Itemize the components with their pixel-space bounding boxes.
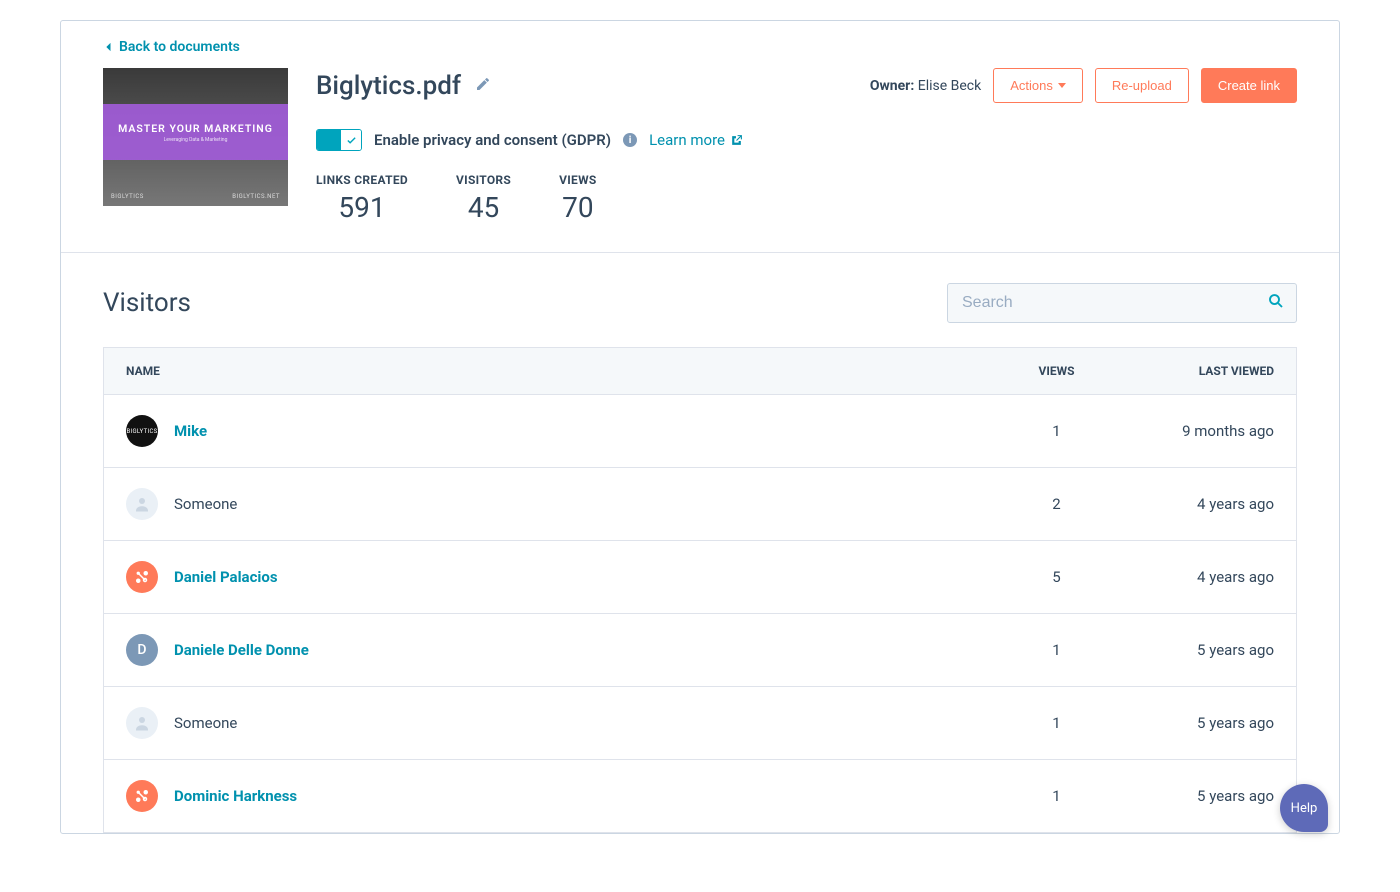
visitor-views: 2 [997, 468, 1117, 541]
document-thumbnail[interactable]: MASTER YOUR MARKETING Leveraging Data & … [103, 68, 288, 206]
table-row[interactable]: Daniel Palacios 54 years ago [104, 541, 1297, 614]
thumbnail-band: MASTER YOUR MARKETING Leveraging Data & … [103, 104, 288, 160]
avatar [126, 780, 158, 812]
table-row[interactable]: D Daniele Delle Donne 15 years ago [104, 614, 1297, 687]
col-name[interactable]: NAME [104, 348, 997, 395]
col-views[interactable]: VIEWS [997, 348, 1117, 395]
avatar [126, 707, 158, 739]
visitor-views: 1 [997, 760, 1117, 833]
table-row[interactable]: BIGLYTICS Mike 19 months ago [104, 395, 1297, 468]
reupload-button[interactable]: Re-upload [1095, 68, 1189, 103]
check-icon [346, 135, 357, 146]
sprocket-icon [133, 568, 151, 586]
avatar: D [126, 634, 158, 666]
info-icon[interactable]: i [623, 133, 637, 147]
actions-button[interactable]: Actions [993, 68, 1083, 103]
owner-name: Elise Beck [918, 78, 981, 94]
visitor-name: Someone [174, 495, 237, 513]
avatar [126, 561, 158, 593]
search-icon[interactable] [1267, 292, 1285, 314]
stat-visitors: VISITORS 45 [456, 173, 511, 224]
thumbnail-title: MASTER YOUR MARKETING [118, 122, 273, 135]
back-to-documents-link[interactable]: Back to documents [61, 21, 240, 55]
edit-title-icon[interactable] [475, 76, 491, 96]
table-row[interactable]: Dominic Harkness 15 years ago [104, 760, 1297, 833]
caret-down-icon [1058, 83, 1066, 88]
learn-more-link[interactable]: Learn more [649, 131, 743, 149]
visitor-last-viewed: 4 years ago [1117, 541, 1297, 614]
back-link-label: Back to documents [119, 39, 240, 55]
help-button[interactable]: Help [1280, 784, 1328, 832]
search-input[interactable] [947, 283, 1297, 323]
gdpr-label: Enable privacy and consent (GDPR) [374, 131, 611, 149]
visitor-views: 5 [997, 541, 1117, 614]
stat-views: VIEWS 70 [559, 173, 597, 224]
avatar: BIGLYTICS [126, 415, 158, 447]
stat-links-created: LINKS CREATED 591 [316, 173, 408, 224]
stats-row: LINKS CREATED 591 VISITORS 45 VIEWS 70 [316, 173, 1297, 224]
visitor-views: 1 [997, 687, 1117, 760]
external-link-icon [730, 134, 743, 147]
visitor-last-viewed: 9 months ago [1117, 395, 1297, 468]
document-title: Biglytics.pdf [316, 71, 461, 101]
visitor-name-link[interactable]: Daniel Palacios [174, 568, 278, 586]
visitor-views: 1 [997, 395, 1117, 468]
document-header: MASTER YOUR MARKETING Leveraging Data & … [61, 56, 1339, 253]
visitor-name-link[interactable]: Mike [174, 422, 207, 440]
visitors-table: NAME VIEWS LAST VIEWED BIGLYTICSMike19 m… [103, 347, 1297, 833]
visitor-name-link[interactable]: Daniele Delle Donne [174, 641, 309, 659]
table-row[interactable]: Someone 24 years ago [104, 468, 1297, 541]
person-icon [133, 495, 151, 513]
visitor-last-viewed: 5 years ago [1117, 687, 1297, 760]
visitor-views: 1 [997, 614, 1117, 687]
person-icon [133, 714, 151, 732]
visitors-title: Visitors [103, 288, 191, 318]
visitor-last-viewed: 4 years ago [1117, 468, 1297, 541]
create-link-button[interactable]: Create link [1201, 68, 1297, 103]
avatar [126, 488, 158, 520]
table-row[interactable]: Someone 15 years ago [104, 687, 1297, 760]
visitor-name: Someone [174, 714, 237, 732]
visitor-last-viewed: 5 years ago [1117, 614, 1297, 687]
visitor-name-link[interactable]: Dominic Harkness [174, 787, 297, 805]
owner-label-group: Owner: Elise Beck [870, 78, 981, 94]
col-last-viewed[interactable]: LAST VIEWED [1117, 348, 1297, 395]
visitor-last-viewed: 5 years ago [1117, 760, 1297, 833]
sprocket-icon [133, 787, 151, 805]
gdpr-toggle[interactable] [316, 129, 362, 151]
chevron-left-icon [103, 42, 113, 52]
pencil-icon [475, 76, 491, 92]
